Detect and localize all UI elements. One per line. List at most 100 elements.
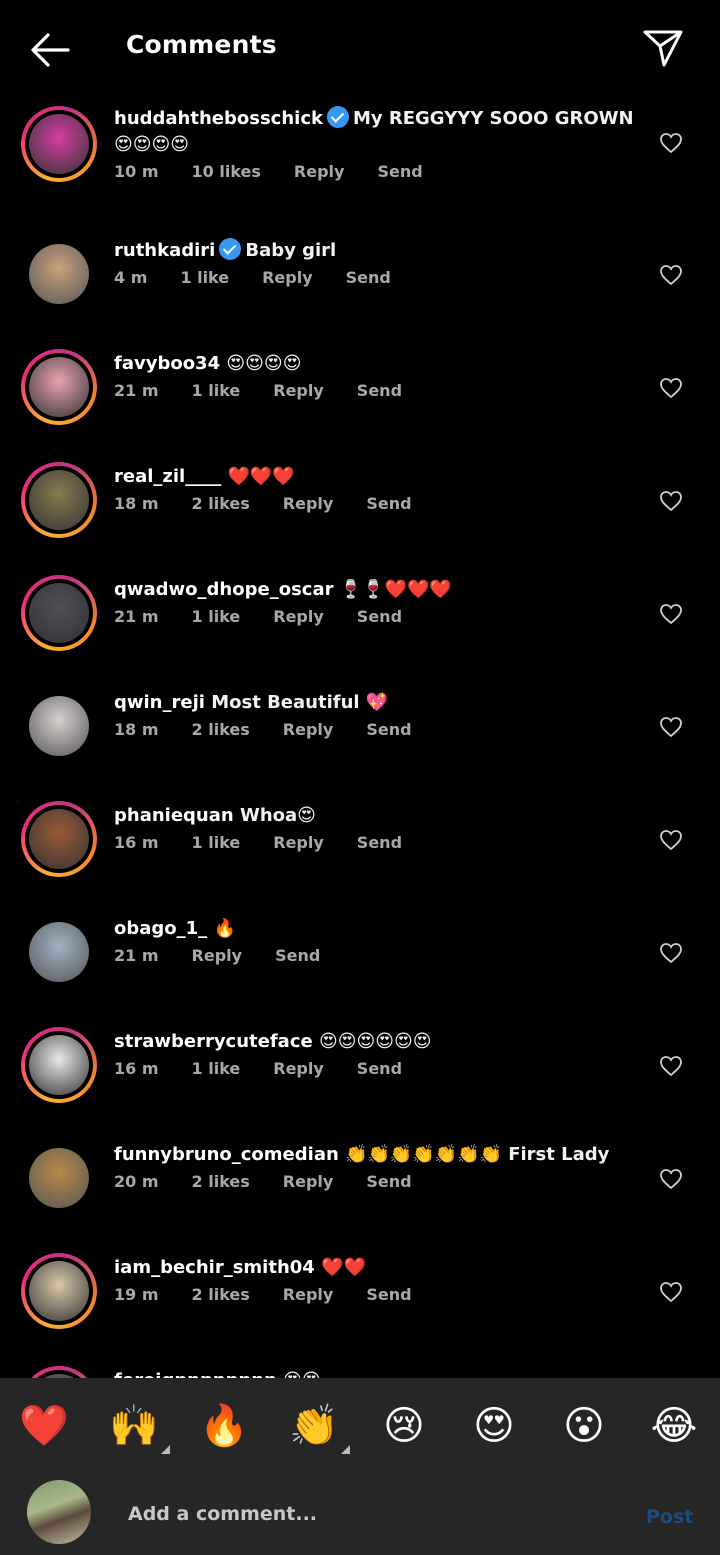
- avatar[interactable]: [21, 1027, 97, 1103]
- reply-button[interactable]: Reply: [192, 946, 243, 965]
- like-heart-icon[interactable]: [659, 377, 683, 399]
- like-count[interactable]: 1 like: [192, 833, 241, 852]
- reaction-emoji[interactable]: 👏: [284, 1396, 350, 1456]
- comment-row: huddahthebosschick My REGGYYY SOOO GROWN …: [0, 96, 720, 226]
- comment-text: 😍😍😍😍: [226, 353, 302, 374]
- reaction-emoji[interactable]: 😂: [644, 1396, 704, 1456]
- comment-username[interactable]: qwadwo_dhope_oscar: [114, 579, 333, 600]
- reply-button[interactable]: Reply: [273, 1059, 324, 1078]
- like-heart-icon[interactable]: [659, 716, 683, 738]
- avatar-photo: [29, 1261, 89, 1321]
- avatar[interactable]: [21, 236, 97, 312]
- comment-username[interactable]: strawberrycuteface: [114, 1031, 313, 1052]
- comment-username[interactable]: favyboo34: [114, 353, 220, 374]
- comment-line: funnybruno_comedian 👏👏👏👏👏👏👏 First Lady: [114, 1142, 634, 1168]
- send-button[interactable]: Send: [377, 162, 422, 181]
- reaction-emoji[interactable]: 😮: [554, 1396, 614, 1456]
- comment-input[interactable]: [126, 1496, 610, 1532]
- share-button[interactable]: [640, 26, 686, 70]
- like-heart-icon[interactable]: [659, 264, 683, 286]
- reaction-emoji[interactable]: 🙌: [104, 1396, 170, 1456]
- avatar-ring-gap: [25, 579, 93, 647]
- avatar[interactable]: [21, 801, 97, 877]
- send-button[interactable]: Send: [366, 494, 411, 513]
- reply-button[interactable]: Reply: [273, 833, 324, 852]
- comment-username[interactable]: huddahthebosschick: [114, 108, 323, 129]
- reply-button[interactable]: Reply: [283, 1285, 334, 1304]
- send-button[interactable]: Send: [366, 720, 411, 739]
- send-button[interactable]: Send: [357, 1059, 402, 1078]
- avatar[interactable]: [21, 1366, 97, 1378]
- avatar[interactable]: [21, 1140, 97, 1216]
- reaction-emoji[interactable]: 🔥: [194, 1396, 254, 1456]
- comment-username[interactable]: iam_bechir_smith04: [114, 1257, 315, 1278]
- comment-username[interactable]: foreignnnnnnnn: [114, 1370, 277, 1378]
- send-button[interactable]: Send: [275, 946, 320, 965]
- comment-meta: 16 m 1 like Reply Send: [114, 833, 634, 852]
- like-count[interactable]: 1 like: [192, 607, 241, 626]
- like-heart-icon[interactable]: [659, 829, 683, 851]
- like-heart-icon[interactable]: [659, 603, 683, 625]
- comment-body: funnybruno_comedian 👏👏👏👏👏👏👏 First Lady 20…: [114, 1142, 634, 1191]
- reply-button[interactable]: Reply: [283, 720, 334, 739]
- comment-username[interactable]: funnybruno_comedian: [114, 1144, 339, 1165]
- avatar[interactable]: [21, 106, 97, 182]
- like-heart-icon[interactable]: [659, 1168, 683, 1190]
- reaction-emoji-glyph: 😢: [383, 1403, 425, 1449]
- comment-time: 21 m: [114, 381, 159, 400]
- like-heart-icon[interactable]: [659, 132, 683, 154]
- comment-line: phaniequan Whoa😍: [114, 803, 634, 829]
- like-heart-icon[interactable]: [659, 490, 683, 512]
- reply-button[interactable]: Reply: [283, 1172, 334, 1191]
- reply-button[interactable]: Reply: [273, 381, 324, 400]
- send-button[interactable]: Send: [357, 607, 402, 626]
- like-heart-icon[interactable]: [659, 1281, 683, 1303]
- comment-username[interactable]: ruthkadiri: [114, 240, 215, 261]
- send-button[interactable]: Send: [357, 833, 402, 852]
- reply-button[interactable]: Reply: [262, 268, 313, 287]
- like-heart-icon[interactable]: [659, 1055, 683, 1077]
- reply-button[interactable]: Reply: [273, 607, 324, 626]
- reply-button[interactable]: Reply: [294, 162, 345, 181]
- send-button[interactable]: Send: [366, 1172, 411, 1191]
- comment-row: phaniequan Whoa😍 16 m 1 like Reply Send: [0, 791, 720, 904]
- avatar[interactable]: [21, 575, 97, 651]
- comment-time: 18 m: [114, 494, 159, 513]
- comment-row: real_zil____ ❤️❤️❤️ 18 m 2 likes Reply Send: [0, 452, 720, 565]
- reaction-emoji[interactable]: ❤️: [14, 1396, 74, 1456]
- like-count[interactable]: 1 like: [192, 381, 241, 400]
- like-count[interactable]: 2 likes: [192, 494, 250, 513]
- back-button[interactable]: [28, 30, 72, 70]
- like-count[interactable]: 1 like: [180, 268, 229, 287]
- comment-username[interactable]: phaniequan: [114, 805, 234, 826]
- comment-username[interactable]: real_zil____: [114, 466, 221, 487]
- like-count[interactable]: 2 likes: [192, 1172, 250, 1191]
- comment-text: 😍😍: [283, 1370, 321, 1378]
- like-count[interactable]: 2 likes: [192, 720, 250, 739]
- like-heart-icon[interactable]: [659, 942, 683, 964]
- avatar[interactable]: [21, 349, 97, 425]
- comment-meta: 4 m 1 like Reply Send: [114, 268, 634, 287]
- like-count[interactable]: 10 likes: [192, 162, 261, 181]
- avatar: [27, 1480, 91, 1544]
- reply-button[interactable]: Reply: [283, 494, 334, 513]
- reaction-emoji-glyph: 😮: [563, 1403, 605, 1449]
- comment-meta: 21 m 1 like Reply Send: [114, 381, 634, 400]
- post-button[interactable]: Post: [646, 1506, 693, 1528]
- avatar[interactable]: [21, 688, 97, 764]
- like-count[interactable]: 2 likes: [192, 1285, 250, 1304]
- reaction-emoji[interactable]: 😍: [464, 1396, 524, 1456]
- send-button[interactable]: Send: [357, 381, 402, 400]
- avatar[interactable]: [21, 462, 97, 538]
- like-count[interactable]: 1 like: [192, 1059, 241, 1078]
- comment-username[interactable]: qwin_reji: [114, 692, 205, 713]
- comment-time: 10 m: [114, 162, 159, 181]
- avatar[interactable]: [21, 914, 97, 990]
- reaction-emoji[interactable]: 😢: [374, 1396, 434, 1456]
- send-button[interactable]: Send: [346, 268, 391, 287]
- comment-username[interactable]: obago_1_: [114, 918, 207, 939]
- avatar[interactable]: [21, 1253, 97, 1329]
- comment-input-row: Post: [0, 1478, 720, 1548]
- avatar-ring-gap: [25, 805, 93, 873]
- send-button[interactable]: Send: [366, 1285, 411, 1304]
